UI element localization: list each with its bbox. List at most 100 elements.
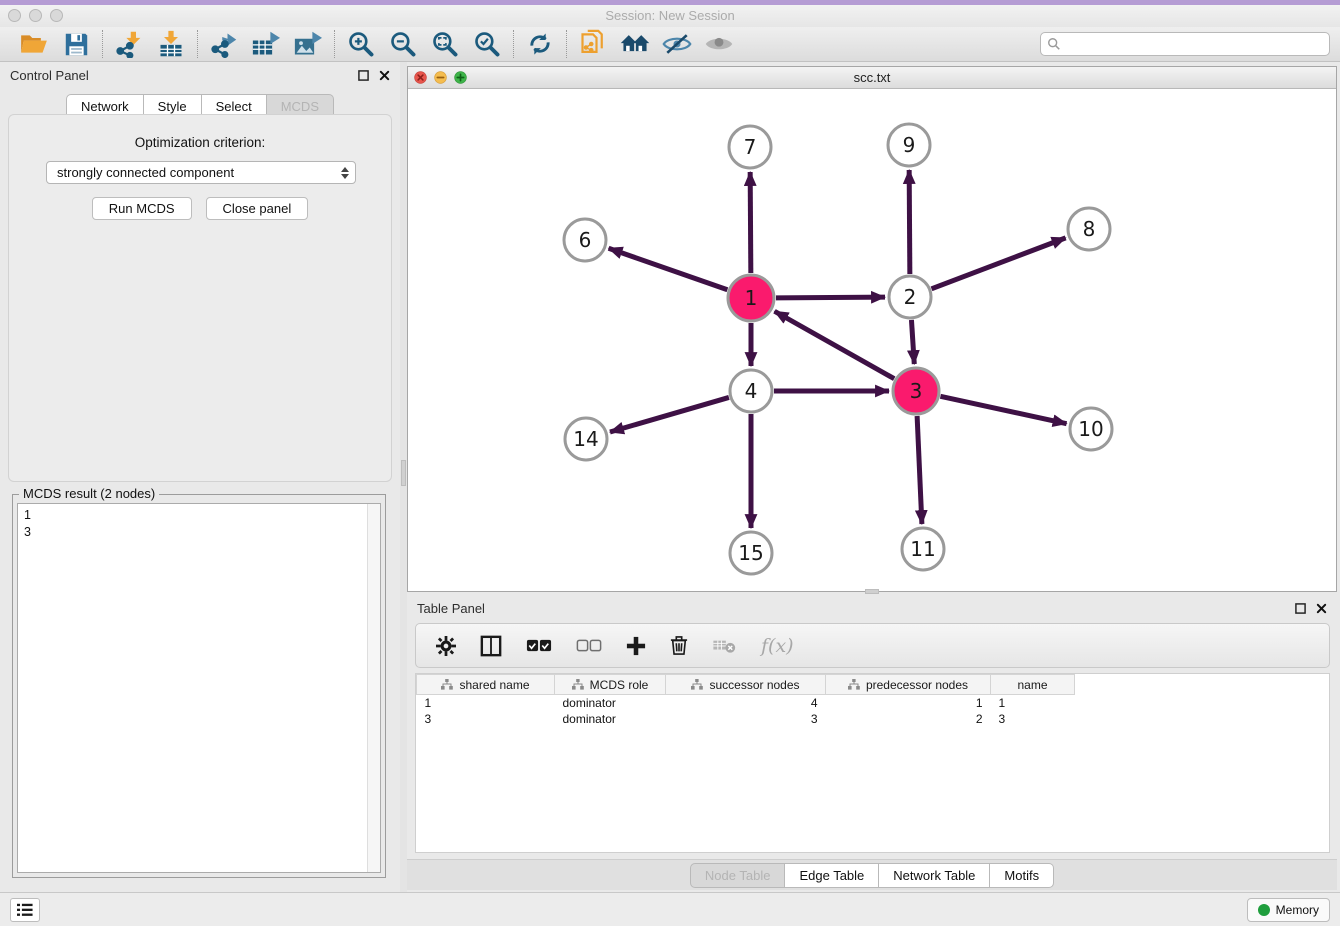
table-body: 1dominator4113dominator323 xyxy=(417,695,1075,727)
hide-selected-icon[interactable] xyxy=(661,29,693,59)
float-table-panel-icon[interactable] xyxy=(1295,603,1306,614)
memory-label: Memory xyxy=(1276,903,1319,917)
export-image-icon[interactable] xyxy=(292,29,324,59)
export-network-icon[interactable] xyxy=(208,29,240,59)
graph-node-label: 3 xyxy=(910,379,923,403)
graph-edge-1-7[interactable] xyxy=(750,172,751,273)
split-view-icon[interactable] xyxy=(480,635,502,657)
table-row[interactable]: 3dominator323 xyxy=(417,711,1075,727)
zoom-out-icon[interactable] xyxy=(387,29,419,59)
zoom-selected-icon[interactable] xyxy=(471,29,503,59)
network-graph: 7968124314101511 xyxy=(408,89,1336,591)
table-cell[interactable]: 1 xyxy=(826,695,991,711)
optimization-criterion-select[interactable]: strongly connected component xyxy=(46,161,356,184)
show-all-icon[interactable] xyxy=(703,29,735,59)
graph-node-label: 10 xyxy=(1078,417,1103,441)
graph-edge-1-2[interactable] xyxy=(776,297,885,298)
close-panel-button[interactable]: Close panel xyxy=(206,197,309,220)
close-panel-icon[interactable] xyxy=(379,70,390,81)
run-mcds-button[interactable]: Run MCDS xyxy=(92,197,192,220)
graph-node-label: 15 xyxy=(738,541,763,565)
add-column-icon[interactable] xyxy=(626,636,646,656)
graph-edge-2-8[interactable] xyxy=(932,238,1066,289)
table-toolbar: f(x) xyxy=(415,623,1330,668)
task-history-button[interactable] xyxy=(10,898,40,922)
select-all-columns-icon[interactable] xyxy=(526,639,552,652)
column-header[interactable]: name xyxy=(991,675,1075,695)
float-panel-icon[interactable] xyxy=(358,70,369,81)
memory-status-icon xyxy=(1258,904,1270,916)
table-cell[interactable]: dominator xyxy=(555,695,666,711)
graph-node-label: 6 xyxy=(579,228,592,252)
search-box[interactable] xyxy=(1040,32,1330,56)
table-cell[interactable]: 2 xyxy=(826,711,991,727)
import-network-icon[interactable] xyxy=(113,29,145,59)
graph-edge-2-9[interactable] xyxy=(909,170,910,274)
optimization-criterion-value: strongly connected component xyxy=(57,165,234,180)
graph-edge-3-10[interactable] xyxy=(940,396,1066,423)
vertical-splitter[interactable] xyxy=(400,62,407,892)
table-cell[interactable]: 3 xyxy=(991,711,1075,727)
network-view-title: scc.txt xyxy=(408,70,1336,85)
graph-edge-2-3[interactable] xyxy=(911,320,914,364)
table-cell[interactable]: 4 xyxy=(666,695,826,711)
gear-icon[interactable] xyxy=(436,636,456,656)
table-tabs-bar: Node Table Edge Table Network Table Moti… xyxy=(407,859,1337,890)
network-resize-grip[interactable] xyxy=(865,589,879,594)
graph-edge-1-6[interactable] xyxy=(609,248,728,290)
splitter-grip[interactable] xyxy=(401,460,406,486)
node-table-grid: shared name MCDS role successor nodes prede… xyxy=(416,674,1075,727)
mcds-result-group: MCDS result (2 nodes) 1 3 xyxy=(12,494,386,878)
function-builder-icon[interactable]: f(x) xyxy=(761,635,794,657)
column-header-label: MCDS role xyxy=(590,678,649,692)
refresh-icon[interactable] xyxy=(524,29,556,59)
open-session-icon[interactable] xyxy=(18,29,50,59)
graph-node-label: 11 xyxy=(910,537,935,561)
column-header[interactable]: shared name xyxy=(417,675,555,695)
graph-node-label: 7 xyxy=(744,135,757,159)
app-titlebar: Session: New Session xyxy=(0,5,1340,27)
chevron-up-down-icon xyxy=(341,167,349,179)
table-cell[interactable]: 1 xyxy=(417,695,555,711)
graph-edge-3-11[interactable] xyxy=(917,416,922,524)
unselect-all-columns-icon[interactable] xyxy=(576,639,602,652)
table-cell[interactable]: 3 xyxy=(666,711,826,727)
column-header[interactable]: successor nodes xyxy=(666,675,826,695)
tab-motifs[interactable]: Motifs xyxy=(990,863,1054,888)
graph-edge-3-1[interactable] xyxy=(775,311,895,378)
list-icon xyxy=(16,902,34,918)
search-icon xyxy=(1047,37,1061,51)
tab-edge-table[interactable]: Edge Table xyxy=(785,863,879,888)
memory-button[interactable]: Memory xyxy=(1247,898,1330,922)
tab-network-table[interactable]: Network Table xyxy=(879,863,990,888)
optimization-criterion-label: Optimization criterion: xyxy=(9,135,391,150)
tab-node-table[interactable]: Node Table xyxy=(690,863,786,888)
table-cell[interactable]: dominator xyxy=(555,711,666,727)
delete-columns-icon[interactable] xyxy=(670,635,688,656)
graph-node-label: 14 xyxy=(573,427,598,451)
table-cell[interactable]: 3 xyxy=(417,711,555,727)
close-table-panel-icon[interactable] xyxy=(1316,603,1327,614)
graph-node-label: 1 xyxy=(745,286,758,310)
home-icon[interactable] xyxy=(619,29,651,59)
table-cell[interactable]: 1 xyxy=(991,695,1075,711)
node-table: shared name MCDS role successor nodes prede… xyxy=(415,673,1330,853)
import-table-icon[interactable] xyxy=(155,29,187,59)
table-row[interactable]: 1dominator411 xyxy=(417,695,1075,711)
save-session-icon[interactable] xyxy=(60,29,92,59)
export-table-icon[interactable] xyxy=(250,29,282,59)
control-panel: Control Panel Network Style Select MCDS … xyxy=(0,62,400,892)
graph-edge-4-14[interactable] xyxy=(610,397,729,432)
network-from-selection-icon[interactable] xyxy=(577,29,609,59)
column-header[interactable]: predecessor nodes xyxy=(826,675,991,695)
zoom-fit-icon[interactable] xyxy=(429,29,461,59)
column-header[interactable]: MCDS role xyxy=(555,675,666,695)
network-window-titlebar[interactable]: scc.txt xyxy=(408,67,1336,89)
result-scrollbar[interactable] xyxy=(367,504,380,872)
column-header-label: successor nodes xyxy=(709,678,799,692)
delete-table-icon[interactable] xyxy=(712,638,737,654)
search-input[interactable] xyxy=(1065,37,1323,51)
zoom-in-icon[interactable] xyxy=(345,29,377,59)
mcds-result-box[interactable]: 1 3 xyxy=(17,503,381,873)
network-canvas[interactable]: 7968124314101511 xyxy=(408,89,1336,591)
